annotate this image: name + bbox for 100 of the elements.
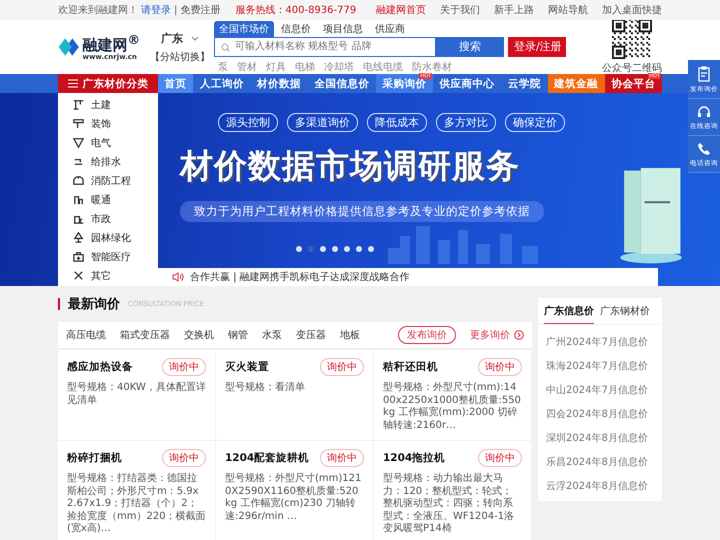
status-tag: 询价中 <box>320 449 364 467</box>
category-link[interactable]: 消防工程 <box>58 171 158 190</box>
info-price-link[interactable]: 中山2024年7月信息价 <box>538 383 662 397</box>
category-link[interactable]: 其它 <box>58 266 158 285</box>
search-tab[interactable]: 信息价 <box>276 20 316 36</box>
search-tab[interactable]: 全国市场价 <box>214 20 274 36</box>
category-tab[interactable]: 变压器 <box>296 328 326 342</box>
info-price-link[interactable]: 广州2024年7月信息价 <box>538 335 662 349</box>
hot-keyword-link[interactable]: 电梯 <box>295 60 315 74</box>
feature-pill: 源头控制 <box>218 113 278 132</box>
search-tab[interactable]: 供应商 <box>370 20 410 36</box>
hot-keyword-link[interactable]: 冷却塔 <box>324 60 354 74</box>
item-name: 灭火装置 <box>225 360 269 374</box>
speaker-icon <box>172 272 184 282</box>
category-link[interactable]: 市政 <box>58 209 158 228</box>
inquiry-card[interactable]: 粉碎打捆机 询价中 型号规格：打结器类：德国拉斯柏公司；外形尺寸m：5.9x2.67x1.9；打结器（个）2；捡拾宽度（mm）220；横截面(宽x高)… <box>58 440 216 540</box>
search-field[interactable]: 可输入材料名称 规格型号 品牌 <box>214 36 436 56</box>
more-inquiry-link[interactable]: 更多询价 <box>470 328 510 342</box>
item-name: 秸秆还田机 <box>383 360 438 374</box>
status-tag: 询价中 <box>162 449 206 467</box>
login-button[interactable]: 登录/注册 <box>508 36 566 56</box>
carousel-dot[interactable] <box>320 246 326 252</box>
hot-keyword-link[interactable]: 灯具 <box>266 60 286 74</box>
category-menu-button[interactable]: 广东材价分类 <box>58 74 158 93</box>
login-link[interactable]: 请登录 <box>141 3 171 17</box>
category-tab[interactable]: 钢管 <box>228 328 248 342</box>
search-tab[interactable]: 项目信息 <box>318 20 368 36</box>
search-button[interactable]: 搜索 <box>436 36 504 56</box>
info-price-link[interactable]: 四会2024年8月信息价 <box>538 407 662 421</box>
search-icon <box>221 42 230 52</box>
inquiry-card[interactable]: 秸秆还田机 询价中 型号规格：外型尺寸(mm):1400x2250x1000整机质量:550 kg 工作幅宽(mm):2000 切碎轴转速:2160r… <box>374 349 532 440</box>
inquiry-card[interactable]: 1204拖拉机 询价中 型号规格：动力输出最大马力：120；整机型式：轮式；整机驱动型式：四驱；转向系型式：全液压、WF1204-1洛变风暖驾P14椅 <box>374 440 532 540</box>
info-price-link[interactable]: 乐昌2024年8月信息价 <box>538 455 662 469</box>
category-link[interactable]: 电气 <box>58 133 158 152</box>
top-link[interactable]: 关于我们 <box>440 3 480 17</box>
category-tab[interactable]: 地板 <box>340 328 360 342</box>
hot-keyword-link[interactable]: 防水卷材 <box>412 60 452 74</box>
qr-caption: 公众号二维码 <box>602 62 662 74</box>
carousel-dot[interactable] <box>296 246 302 252</box>
item-spec: 型号规格：动力输出最大马力：120；整机型式：轮式；整机驱动型式：四驱；转向系型式：全液压、WF1204-1洛变风暖驾P14椅 <box>383 473 516 536</box>
carousel-dot[interactable] <box>368 246 374 252</box>
category-icon <box>72 174 85 187</box>
info-price-link[interactable]: 云浮2024年8月信息价 <box>538 479 662 493</box>
caret-icon[interactable] <box>191 36 199 40</box>
inquiry-card[interactable]: 灭火装置 询价中 型号规格：看清单 <box>216 349 374 440</box>
category-tab[interactable]: 水泵 <box>262 328 282 342</box>
category-link[interactable]: 给排水 <box>58 152 158 171</box>
category-icon <box>72 98 85 111</box>
item-spec: 型号规格：打结器类：德国拉斯柏公司；外形尺寸m：5.9x2.67x1.9；打结器（个）2；捡拾宽度（mm）220；横截面(宽x高)… <box>67 473 206 536</box>
clipboard-icon <box>697 66 711 82</box>
info-price-tab[interactable]: 广东信息价 <box>544 304 594 324</box>
welcome-text: 欢迎来到融建网！ <box>58 4 138 17</box>
category-icon <box>72 250 85 263</box>
info-price-link[interactable]: 深圳2024年8月信息价 <box>538 431 662 445</box>
category-tab[interactable]: 交换机 <box>184 328 214 342</box>
register-link[interactable]: 免费注册 <box>180 3 220 17</box>
hot-keyword-link[interactable]: 电线电缆 <box>363 60 403 74</box>
item-spec: 型号规格：外型尺寸(mm):1400x2250x1000整机质量:550 kg 工作幅宽(mm):2000 切碎轴转速:2160r… <box>383 382 522 432</box>
banner-title: 材价数据市场调研服务 <box>180 145 520 187</box>
category-tab[interactable]: 箱式变压器 <box>120 328 170 342</box>
item-spec: 型号规格：看清单 <box>225 382 306 394</box>
item-name: 1204配套旋耕机 <box>225 451 310 465</box>
top-link[interactable]: 新手上路 <box>494 3 534 17</box>
item-name: 感应加热设备 <box>67 360 133 374</box>
arrow-circle-icon[interactable] <box>514 330 524 340</box>
logo-name: 融建网$^{®}$ <box>82 32 140 54</box>
feature-pill: 降低成本 <box>367 113 427 132</box>
status-tag: 询价中 <box>320 358 364 376</box>
info-price-link[interactable]: 珠海2024年7月信息价 <box>538 359 662 373</box>
publish-inquiry-button[interactable]: 发布询价 <box>398 326 456 344</box>
hot-keyword-link[interactable]: 管材 <box>237 60 257 74</box>
category-link[interactable]: 园林绿化 <box>58 228 158 247</box>
qr-code <box>612 20 652 59</box>
banner-subtitle: 致力于为用户工程材料价格提供信息参考及专业的定价参考依据 <box>180 201 544 222</box>
carousel-dot[interactable] <box>356 246 362 252</box>
category-link[interactable]: 暖通 <box>58 190 158 209</box>
top-link[interactable]: 融建网首页 <box>376 3 426 17</box>
city-switch-link[interactable]: 【分站切换】 <box>150 50 210 64</box>
info-price-tab[interactable]: 广东钢材价 <box>600 304 650 324</box>
status-tag: 询价中 <box>162 358 206 376</box>
category-link[interactable]: 装饰 <box>58 114 158 133</box>
inquiry-card[interactable]: 感应加热设备 询价中 型号规格：40KW，具体配置详见清单 <box>58 349 216 440</box>
top-link[interactable]: 加入桌面快捷 <box>602 3 662 17</box>
feature-pill: 多方对比 <box>436 113 496 132</box>
category-icon <box>72 117 85 130</box>
hot-keyword-link[interactable]: 泵 <box>218 60 228 74</box>
status-tag: 询价中 <box>478 449 522 467</box>
category-icon <box>72 269 85 282</box>
top-link[interactable]: 网站导航 <box>548 3 588 17</box>
status-tag: 询价中 <box>478 358 522 376</box>
headset-icon <box>697 105 711 119</box>
category-tab[interactable]: 高压电缆 <box>66 328 106 342</box>
category-link[interactable]: 土建 <box>58 95 158 114</box>
carousel-dot[interactable] <box>332 246 338 252</box>
item-name: 1204拖拉机 <box>383 451 446 465</box>
carousel-dot[interactable] <box>308 246 314 252</box>
category-icon <box>72 231 85 244</box>
inquiry-card[interactable]: 1204配套旋耕机 询价中 型号规格：外型尺寸(mm)1210X2590X1160整机质量:520kg 工作幅宽(cm)230 刀轴转速:296r/min … <box>216 440 374 540</box>
category-link[interactable]: 智能医疗 <box>58 247 158 266</box>
carousel-dot[interactable] <box>344 246 350 252</box>
